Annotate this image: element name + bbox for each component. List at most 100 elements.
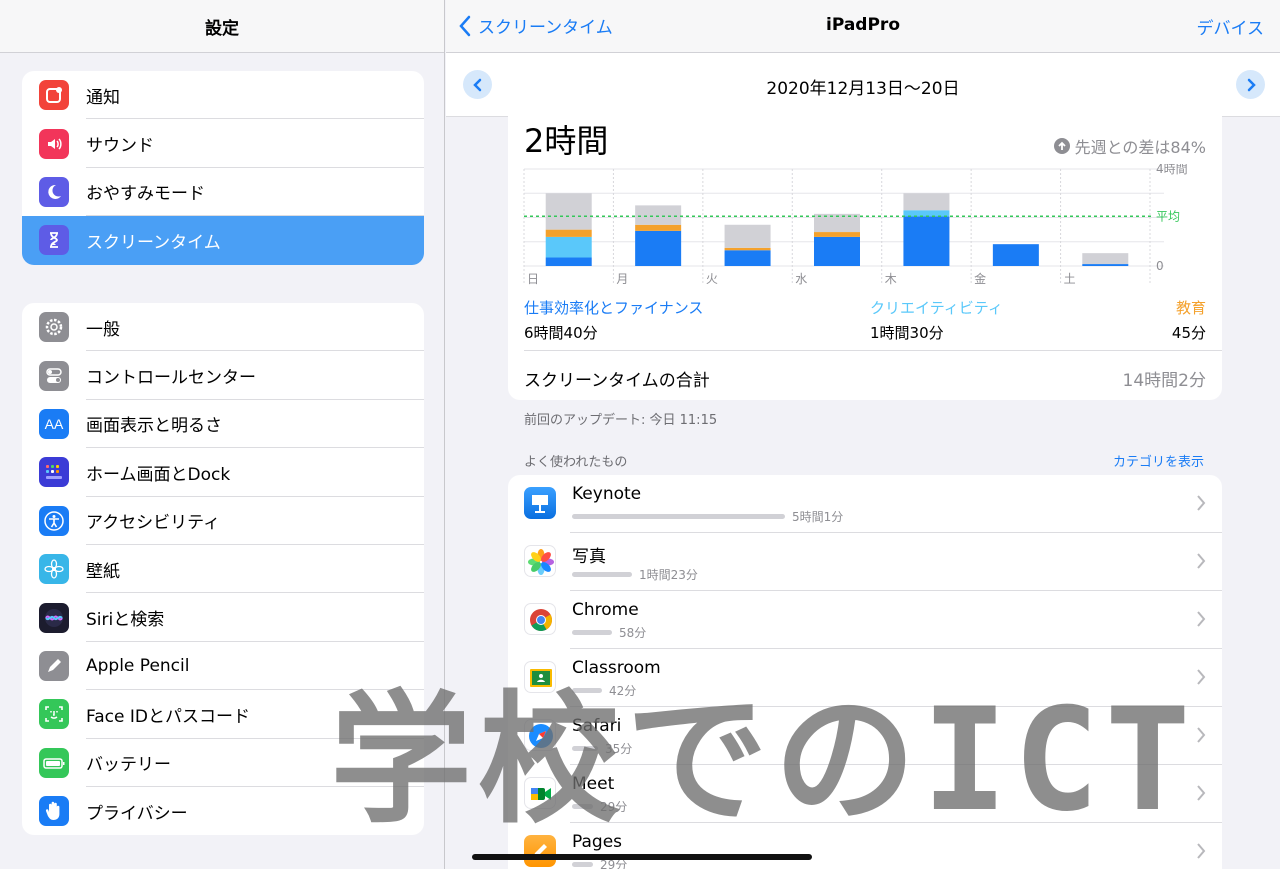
next-week-button[interactable] [1236,70,1265,99]
sidebar-item-wallpaper[interactable]: 壁紙 [22,545,424,594]
pencil-icon [39,650,69,681]
date-range-label: 2020年12月13日〜20日 [766,79,960,99]
sidebar-item-sounds[interactable]: サウンド [22,119,424,169]
keynote-icon [524,487,556,519]
day-label: 月 [616,272,628,286]
bar-segment [814,236,860,266]
most-used-header: よく使われたもの [524,455,628,470]
chevron-right-icon [1197,553,1206,569]
nav-bar: スクリーンタイム iPadPro デバイス [446,0,1280,53]
app-name: Chrome [572,600,639,620]
sidebar-item-label: Siriと検索 [86,610,165,631]
devices-button[interactable]: デバイス [1197,14,1265,39]
sidebar-item-label: 画面表示と明るさ [86,416,222,437]
date-range-bar: 2020年12月13日〜20日 [446,53,1280,117]
total-value: 14時間2分 [1122,371,1206,391]
bar-segment [545,236,592,258]
sidebar-item-label: 壁紙 [86,561,120,582]
accessibility-icon [39,505,69,536]
chevron-right-icon [1197,843,1206,859]
sidebar-item-screen-time[interactable]: スクリーンタイム [22,216,424,265]
sidebar-title: 設定 [205,18,239,39]
sidebar-item-accessibility[interactable]: アクセシビリティ [22,497,424,546]
usage-bar [572,514,785,519]
category-name: クリエイティビティ [870,299,1003,317]
photos-icon [524,545,556,577]
total-label: スクリーンタイムの合計 [524,371,710,391]
sidebar-item-label: Face IDとパスコード [86,706,250,727]
sidebar-item-label: バッテリー [86,755,171,776]
sidebar-item-home-screen-dock[interactable]: ホーム画面とDock [22,448,424,497]
average-label: 平均 [1156,209,1180,223]
app-name: Keynote [572,484,642,504]
bar-segment [724,250,771,266]
last-update-label: 前回のアップデート: 今日 11:15 [524,413,718,428]
bar-segment [635,205,682,225]
bar-segment [1082,253,1129,265]
app-time: 5時間1分 [792,510,844,524]
app-time: 1時間23分 [639,568,698,582]
usage-bar [572,862,593,867]
sidebar-item-general[interactable]: 一般 [22,303,424,352]
siri-icon [39,602,69,633]
sidebar-item-notifications[interactable]: 通知 [22,71,424,120]
bar-segment [635,230,682,266]
sidebar-item-label: 通知 [86,87,120,108]
category-productivity: 仕事効率化とファイナンス 6時間40分 [524,297,703,343]
category-education: 教育 45分 [1172,297,1206,343]
y-tick-label: 0 [1156,259,1164,273]
category-time: 1時間30分 [870,324,944,342]
sidebar-item-label: スクリーンタイム [86,232,221,253]
gear-icon [39,312,69,343]
chevron-right-icon [1247,78,1256,91]
hand-icon [39,796,69,827]
sidebar-item-control-center[interactable]: コントロールセンター [22,351,424,401]
chevron-right-icon [1197,495,1206,511]
category-name: 仕事効率化とファイナンス [524,299,704,317]
app-row-chrome[interactable]: Chrome 58分 [508,591,1222,649]
bar-segment [992,244,1039,266]
category-time: 45分 [1171,324,1206,342]
bar-segment [545,193,592,230]
category-time: 6時間40分 [524,324,598,342]
chevron-right-icon [1197,785,1206,801]
day-label: 木 [885,272,897,286]
bar-segment [1082,264,1129,266]
sidebar-item-display-brightness[interactable]: AA 画面表示と明るさ [22,400,424,449]
show-categories-link[interactable]: カテゴリを表示 [1113,451,1204,470]
chevron-right-icon [1197,669,1206,685]
sidebar-item-label: 一般 [86,319,120,340]
bar-segment [903,216,950,266]
bar-segment [545,229,592,237]
app-row-keynote[interactable]: Keynote 5時間1分 [508,475,1222,533]
app-name: Classroom [572,658,661,678]
flower-icon [39,554,69,585]
app-row-photos[interactable]: 写真 1時間23分 [508,533,1222,591]
usage-bar [572,630,612,635]
daily-average-time: 2時間 [524,122,609,160]
usage-bar [572,572,632,577]
home-indicator[interactable] [472,854,812,860]
category-name: 教育 [1175,299,1206,317]
sidebar-item-label: Apple Pencil [86,655,190,676]
sidebar-item-siri-search[interactable]: Siriと検索 [22,593,424,643]
watermark-text: 学校でのICT [330,678,1197,843]
usage-summary-card: 2時間 先週との差は84% 日 月 火 水 木 金 土 平均 4時間 0 仕事効率化とファイナンス… [508,116,1222,400]
bar-segment [635,224,682,231]
day-label: 水 [795,272,807,286]
day-label: 火 [706,272,718,286]
sidebar-item-label: アクセシビリティ [86,513,221,534]
face-id-icon [39,699,69,730]
day-label: 金 [974,271,986,286]
bar-segment [814,232,860,237]
bar-segment [903,193,950,211]
sidebar-item-do-not-disturb[interactable]: おやすみモード [22,168,424,217]
y-tick-label: 4時間 [1156,164,1188,176]
week-difference: 先週との差は84% [1053,134,1206,158]
nav-title: iPadPro [826,15,900,35]
category-creativity: クリエイティビティ 1時間30分 [870,297,1003,343]
sidebar-item-label: コントロールセンター [86,368,256,389]
toggles-icon [39,360,69,391]
week-difference-label: 先週との差は84% [1074,138,1206,157]
chevron-right-icon [1197,611,1206,627]
